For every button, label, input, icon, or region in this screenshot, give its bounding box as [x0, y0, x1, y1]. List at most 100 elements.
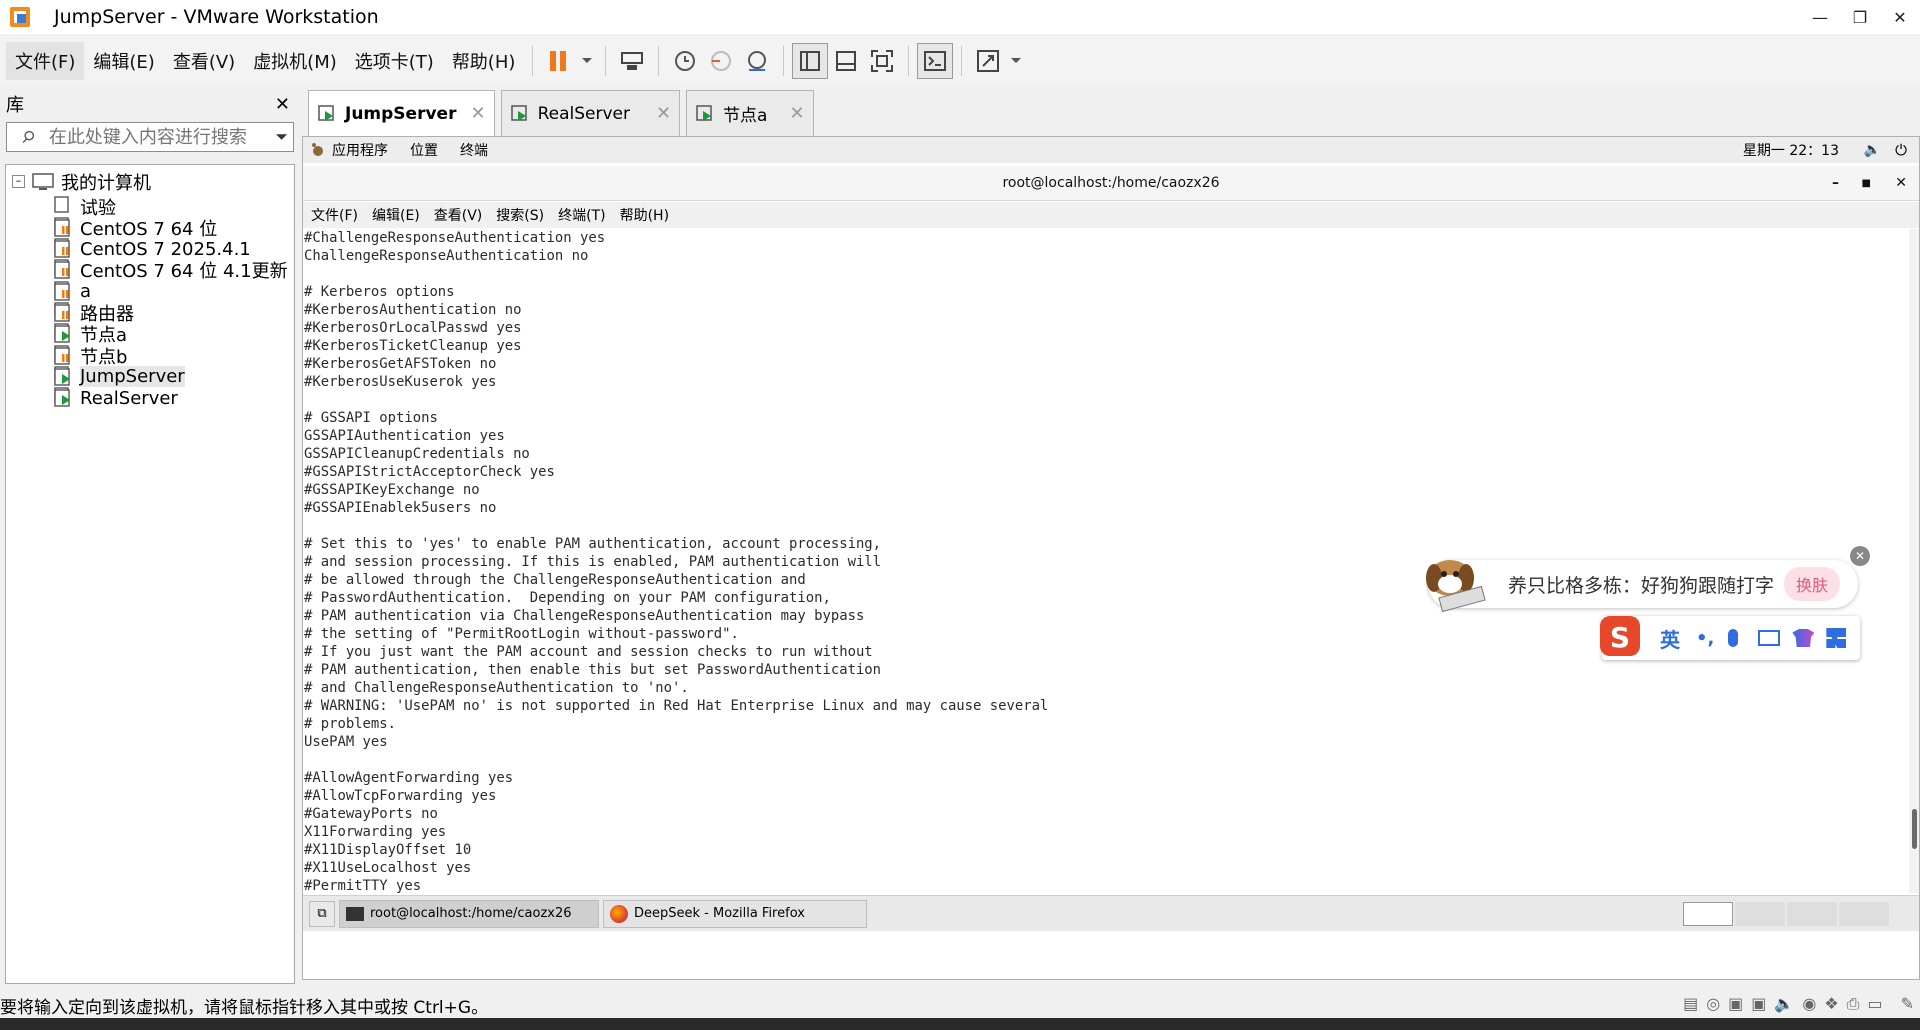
gnome-menu-places[interactable]: 位置: [410, 140, 438, 160]
printer-icon[interactable]: ⎙: [1847, 994, 1860, 1014]
network-icon[interactable]: ▣: [1728, 994, 1743, 1014]
menu-file[interactable]: 文件(F): [6, 42, 85, 80]
workspace-4[interactable]: [1839, 901, 1889, 926]
volume-icon[interactable]: 🔈: [1864, 142, 1881, 158]
sogou-logo-icon[interactable]: S: [1596, 612, 1644, 660]
terminal-menu-terminal[interactable]: 终端(T): [558, 205, 605, 225]
chevron-down-icon[interactable]: [577, 43, 597, 79]
snapshot-manager-icon[interactable]: [739, 43, 775, 79]
close-icon[interactable]: ✕: [470, 103, 485, 124]
show-desktop-icon[interactable]: ⧉: [309, 900, 335, 927]
terminal-line: # If you just want the PAM account and s…: [304, 644, 873, 660]
workspace-3[interactable]: [1787, 901, 1837, 926]
terminal-line: #X11UseLocalhost yes: [304, 860, 472, 876]
chevron-down-icon[interactable]: [1006, 43, 1026, 79]
minimize-icon[interactable]: —: [1800, 0, 1840, 34]
minimize-icon[interactable]: –: [1832, 175, 1839, 191]
close-icon[interactable]: ✕: [1895, 175, 1907, 191]
skin-shirt-icon[interactable]: [1792, 629, 1815, 647]
terminal-line: #GatewayPorts no: [304, 806, 438, 822]
close-icon[interactable]: ✕: [789, 103, 804, 124]
terminal-line: ChallengeResponseAuthentication no: [304, 248, 589, 264]
tree-item-vm[interactable]: RealServer: [52, 386, 178, 411]
show-thumbnail-icon[interactable]: [828, 43, 864, 79]
send-ctrl-alt-del-icon[interactable]: [614, 43, 650, 79]
menu-help[interactable]: 帮助(H): [443, 42, 525, 80]
menu-tabs[interactable]: 选项卡(T): [346, 42, 443, 80]
pause-icon[interactable]: [541, 43, 577, 79]
gnome-menu-applications[interactable]: 应用程序: [332, 140, 388, 160]
terminal-menu-help[interactable]: 帮助(H): [620, 205, 669, 225]
usb-icon[interactable]: ◉: [1802, 994, 1816, 1014]
gnome-clock[interactable]: 星期一 22：13: [1743, 140, 1839, 160]
terminal-line: # Set this to 'yes' to enable PAM authen…: [304, 536, 882, 552]
host-taskbar-edge: [0, 1018, 1920, 1030]
toolbar-separator: [532, 46, 534, 76]
menu-vm[interactable]: 虚拟机(M): [244, 42, 346, 80]
close-icon[interactable]: ✕: [1850, 546, 1870, 566]
vm-icon: [54, 259, 70, 280]
workspace-1[interactable]: [1683, 901, 1733, 926]
gnome-menu-terminal[interactable]: 终端: [460, 140, 488, 160]
vm-icon: [54, 323, 70, 343]
ime-punct-toggle[interactable]: •,: [1696, 628, 1714, 649]
terminal-line: # problems.: [304, 716, 396, 732]
terminal-menu-search[interactable]: 搜索(S): [496, 205, 544, 225]
keyboard-icon[interactable]: [1758, 630, 1781, 646]
collapse-icon[interactable]: –: [12, 175, 25, 188]
revert-snapshot-icon[interactable]: [703, 43, 739, 79]
taskbar-item-firefox[interactable]: DeepSeek - Mozilla Firefox: [603, 899, 867, 928]
show-library-icon[interactable]: [792, 43, 829, 79]
close-icon[interactable]: ✕: [275, 94, 290, 115]
menu-edit[interactable]: 编辑(E): [84, 42, 163, 80]
library-search[interactable]: [6, 122, 294, 152]
search-input[interactable]: [48, 126, 274, 148]
stretch-guest-icon[interactable]: [970, 43, 1006, 79]
microphone-icon[interactable]: [1728, 629, 1739, 647]
terminal-scrollbar[interactable]: [1909, 229, 1919, 893]
close-icon[interactable]: ✕: [1880, 0, 1920, 34]
vm-icon: [54, 195, 69, 213]
restore-icon[interactable]: ❐: [1840, 0, 1880, 34]
menu-view[interactable]: 查看(V): [164, 42, 244, 80]
toolbar-separator: [783, 46, 785, 76]
tab-node-a[interactable]: 节点a ✕: [686, 90, 814, 136]
message-icon[interactable]: ✎: [1901, 994, 1914, 1014]
hard-disk-icon[interactable]: ▤: [1683, 994, 1698, 1014]
snapshot-icon[interactable]: [667, 43, 703, 79]
tree-root-my-computer[interactable]: – 我的计算机: [12, 169, 151, 194]
power-icon[interactable]: ⏻: [1895, 141, 1907, 159]
taskbar-label: root@localhost:/home/caozx26: [370, 906, 572, 921]
terminal-menu-view[interactable]: 查看(V): [434, 205, 483, 225]
wireless-icon[interactable]: ❖: [1824, 994, 1838, 1014]
scrollbar-thumb[interactable]: [1912, 809, 1917, 849]
cd-dvd-icon[interactable]: ◎: [1706, 994, 1720, 1014]
terminal-line: UsePAM yes: [304, 734, 388, 750]
tab-realserver[interactable]: RealServer ✕: [500, 90, 681, 136]
terminal-menu-file[interactable]: 文件(F): [311, 205, 358, 225]
terminal-line: X11Forwarding yes: [304, 824, 447, 840]
workspace-2[interactable]: [1735, 901, 1785, 926]
tab-jumpserver[interactable]: JumpServer ✕: [308, 90, 495, 136]
terminal-line: # and ChallengeResponseAuthentication to…: [304, 680, 689, 696]
taskbar-item-terminal[interactable]: root@localhost:/home/caozx26: [339, 899, 599, 928]
ime-mode-toggle[interactable]: 英: [1660, 624, 1680, 653]
sound-card-icon[interactable]: 🔈: [1774, 994, 1794, 1014]
close-icon[interactable]: ✕: [656, 103, 671, 124]
display-icon[interactable]: ▭: [1867, 994, 1882, 1014]
full-screen-icon[interactable]: [864, 43, 900, 79]
vm-icon: [54, 366, 70, 386]
change-skin-button[interactable]: 换肤: [1784, 567, 1841, 601]
maximize-icon[interactable]: ■: [1862, 178, 1871, 189]
terminal-line: #GSSAPIEnablek5users no: [304, 500, 497, 516]
console-view-icon[interactable]: [917, 43, 954, 79]
toolbox-icon[interactable]: [1826, 628, 1847, 648]
network-adapter-icon[interactable]: ▣: [1751, 994, 1766, 1014]
gnome-foot-icon: [312, 143, 323, 156]
terminal-line: #X11DisplayOffset 10: [304, 842, 472, 858]
vm-console[interactable]: 应用程序 位置 终端 星期一 22：13 🔈 ⏻ root@localhost:…: [302, 136, 1920, 980]
terminal-menu-edit[interactable]: 编辑(E): [372, 205, 420, 225]
chevron-down-icon[interactable]: [274, 131, 289, 143]
terminal-line: # GSSAPI options: [304, 410, 438, 426]
vm-icon: [54, 302, 70, 322]
